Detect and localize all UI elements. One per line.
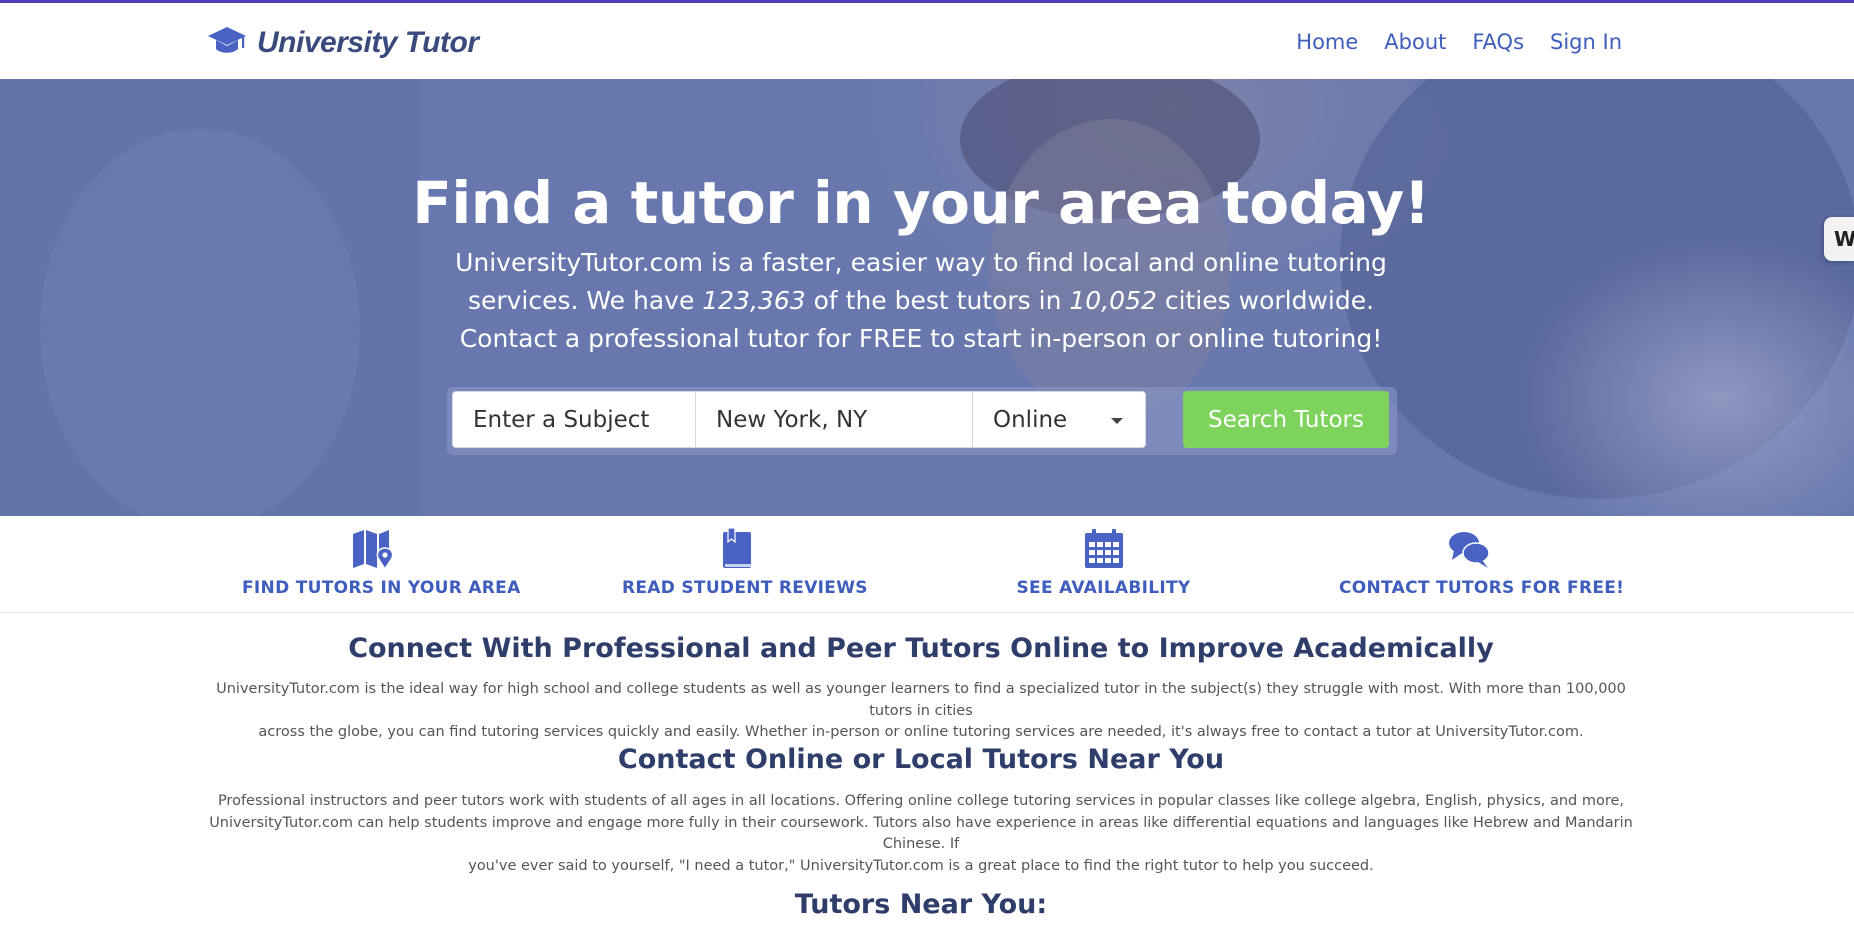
- hero-subtitle-line-1: UniversityTutor.com is a faster, easier …: [455, 248, 1387, 277]
- contact-section-title: Contact Online or Local Tutors Near You: [617, 744, 1225, 775]
- graduation-cap-icon: [207, 25, 247, 61]
- hero-banner: Find a tutor in your area today! Univers…: [0, 79, 1854, 516]
- hero-subtitle-text: services. We have: [467, 286, 703, 315]
- search-tutors-button[interactable]: Search Tutors: [1183, 391, 1389, 448]
- page: University Tutor Home About FAQs Sign In: [0, 0, 1854, 931]
- feature-label: CONTACT TUTORS FOR FREE!: [1339, 578, 1625, 598]
- connect-section-body: UniversityTutor.com is the ideal way for…: [205, 679, 1637, 744]
- chat-bubbles-icon: [1339, 528, 1599, 570]
- calendar-icon: [1011, 528, 1196, 570]
- side-widget-tab[interactable]: W: [1824, 217, 1854, 261]
- site-logo[interactable]: University Tutor: [207, 25, 479, 61]
- brand-name: University Tutor: [257, 26, 479, 59]
- paragraph-line: Professional instructors and peer tutors…: [217, 793, 1625, 809]
- feature-availability[interactable]: SEE AVAILABILITY: [1011, 528, 1196, 598]
- feature-label: READ STUDENT REVIEWS: [622, 578, 868, 598]
- map-pin-icon: [242, 528, 502, 570]
- hero-subtitle: UniversityTutor.com is a faster, easier …: [452, 244, 1390, 358]
- bookmark-book-icon: [622, 528, 852, 570]
- hero-subtitle-text: of the best tutors in: [805, 286, 1070, 315]
- nav-sign-in[interactable]: Sign In: [1550, 30, 1622, 54]
- hero-subtitle-line-2: services. We have 123,363 of the best tu…: [452, 282, 1390, 320]
- nav-about[interactable]: About: [1384, 30, 1446, 54]
- tutors-near-you-title: Tutors Near You:: [794, 889, 1048, 920]
- paragraph-line: across the globe, you can find tutoring …: [258, 724, 1584, 740]
- nav-faqs[interactable]: FAQs: [1472, 30, 1524, 54]
- top-navbar: University Tutor Home About FAQs Sign In: [0, 0, 1854, 79]
- paragraph-line: UniversityTutor.com is the ideal way for…: [216, 681, 1626, 719]
- nav-home[interactable]: Home: [1296, 30, 1358, 54]
- paragraph-line: UniversityTutor.com can help students im…: [209, 814, 1633, 853]
- hero-title: Find a tutor in your area today!: [412, 169, 1430, 237]
- tutoring-mode-select[interactable]: Online: [972, 391, 1146, 448]
- city-count: 10,052: [1069, 286, 1157, 315]
- feature-find-tutors[interactable]: FIND TUTORS IN YOUR AREA: [242, 528, 521, 598]
- feature-label: SEE AVAILABILITY: [1016, 578, 1191, 598]
- tutor-count: 123,363: [702, 286, 806, 315]
- tutoring-mode-value: Online: [993, 406, 1068, 433]
- features-bar: FIND TUTORS IN YOUR AREA READ STUDENT RE…: [0, 516, 1854, 613]
- feature-contact-tutors[interactable]: CONTACT TUTORS FOR FREE!: [1339, 528, 1625, 598]
- hero-subtitle-line-3: Contact a professional tutor for FREE to…: [459, 324, 1383, 353]
- contact-section-body: Professional instructors and peer tutors…: [205, 791, 1637, 877]
- paragraph-line: you've ever said to yourself, "I need a …: [468, 857, 1374, 874]
- location-input[interactable]: New York, NY: [695, 391, 973, 448]
- connect-section-title: Connect With Professional and Peer Tutor…: [348, 633, 1494, 664]
- subject-input[interactable]: Enter a Subject: [452, 391, 696, 448]
- feature-read-reviews[interactable]: READ STUDENT REVIEWS: [622, 528, 868, 598]
- caret-down-icon: [1111, 418, 1123, 424]
- hero-subtitle-text: cities worldwide.: [1156, 286, 1375, 315]
- main-nav: Home About FAQs Sign In: [1296, 30, 1622, 54]
- feature-label: FIND TUTORS IN YOUR AREA: [242, 578, 521, 598]
